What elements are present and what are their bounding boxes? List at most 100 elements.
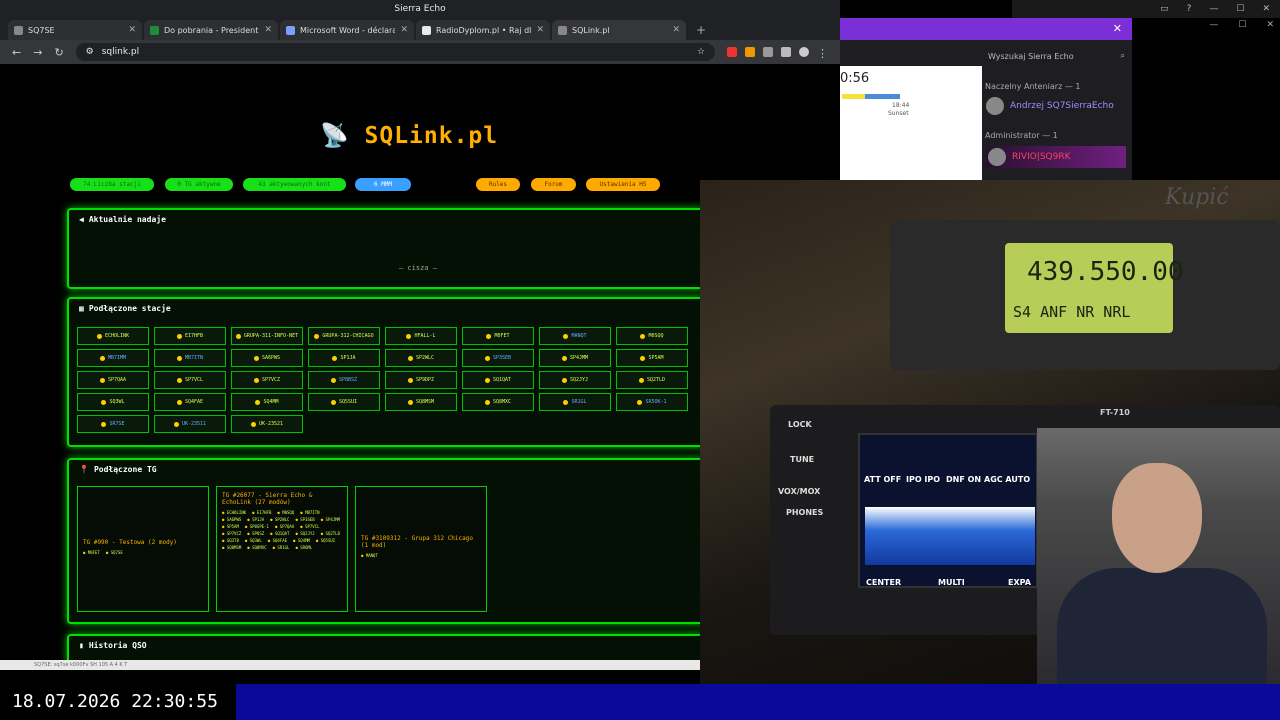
station-item[interactable]: SP9DPZ [385, 371, 457, 389]
station-item[interactable]: SP7QAA [77, 371, 149, 389]
tg-member: M0SQQ [277, 510, 294, 515]
tg-title: TG #26077 - Sierra Echo & EchoLink (27 m… [222, 492, 313, 506]
status-dot-icon [176, 377, 182, 383]
station-callsign: SP9DPZ [415, 377, 435, 383]
monitor-icon[interactable]: ▭ [1160, 0, 1169, 18]
center-label: CENTER [866, 578, 902, 587]
station-item[interactable]: SQ5SUI [308, 393, 380, 411]
station-item[interactable]: SQ2JYJ [539, 371, 611, 389]
station-item[interactable]: SP8BSZ [308, 371, 380, 389]
station-item[interactable]: SQ8MXC [462, 393, 534, 411]
active-transmission-panel: ◀ Aktualnie nadaje — cisza — [67, 208, 707, 289]
search-placeholder: Wyszukaj Sierra Echo [988, 51, 1074, 61]
tg-member: SQ5SUI [316, 538, 335, 543]
bookmark-star-icon[interactable]: ☆ [697, 47, 705, 57]
station-item[interactable]: GRUPA-312-CHICAGO [308, 327, 380, 345]
reload-icon[interactable]: ↻ [54, 46, 63, 59]
station-item[interactable]: SR1GL [539, 393, 611, 411]
rules-button[interactable]: Rules [476, 178, 520, 191]
station-item[interactable]: M0SQQ [616, 327, 688, 345]
site-logo[interactable]: 📡 SQLink.pl [320, 122, 498, 149]
voxmox-label: VOX/MOX [778, 487, 821, 496]
station-item[interactable]: SQ3WL [77, 393, 149, 411]
station-callsign: GRUPA-311-INFO-NET [243, 333, 299, 339]
station-callsign: M0FET [494, 333, 510, 339]
station-item[interactable]: SP5AM [616, 349, 688, 367]
station-item[interactable]: SQ1QAT [462, 371, 534, 389]
profile-avatar-icon[interactable] [799, 47, 809, 57]
station-item[interactable]: SQ4FAE [154, 393, 226, 411]
tab-sqlink[interactable]: SQLink.pl ✕ [552, 20, 686, 40]
tg-member: SQ2TLD [321, 531, 340, 536]
help-icon[interactable]: ? [1187, 0, 1192, 18]
tg-box[interactable]: TG #3109312 - Grupa 312 Chicago (1 mod) … [355, 486, 487, 612]
sunset-label: Sunset [888, 110, 909, 117]
extension-orange-icon[interactable] [745, 47, 755, 57]
close-window-icon[interactable]: ✕ [1266, 20, 1274, 30]
handwritten-note: Kupić [1165, 185, 1229, 210]
station-item[interactable]: HFALL-L [385, 327, 457, 345]
status-dot-icon [101, 421, 107, 427]
station-callsign: SR5OK-1 [645, 399, 667, 405]
close-tab-icon[interactable]: ✕ [536, 25, 544, 35]
tg-box[interactable]: TG #990 - Testowa (2 mody) M0FET SQ7SE [77, 486, 209, 612]
station-item[interactable]: MB7IMM [77, 349, 149, 367]
station-item[interactable]: ECHOLINK [77, 327, 149, 345]
station-item[interactable]: SP7VCL [154, 371, 226, 389]
station-item[interactable]: SP1JA [308, 349, 380, 367]
status-dot-icon [101, 399, 107, 405]
tab-word[interactable]: Microsoft Word - déclaration ✕ [280, 20, 414, 40]
site-info-icon[interactable]: ⚙ [86, 47, 94, 57]
station-item[interactable]: UK-23511 [154, 415, 226, 433]
back-icon[interactable]: ← [12, 46, 21, 59]
close-tab-icon[interactable]: ✕ [264, 25, 272, 35]
maximize-icon[interactable]: ☐ [1236, 0, 1244, 18]
close-tab-icon[interactable]: ✕ [400, 25, 408, 35]
menu-dots-icon[interactable]: ⋮ [817, 47, 828, 60]
station-item[interactable]: MB7ITN [154, 349, 226, 367]
extension-red-icon[interactable] [727, 47, 737, 57]
extension-camera-icon[interactable] [763, 47, 773, 57]
settings-hs-button[interactable]: Ustawienia HS [586, 178, 660, 191]
station-item[interactable]: SQ4MM [231, 393, 303, 411]
new-tab-icon[interactable]: + [688, 20, 714, 40]
station-item[interactable]: M0FET [462, 327, 534, 345]
member-item[interactable]: Andrzej SQ7SierraEcho [986, 97, 1114, 115]
station-item[interactable]: SA6PWS [231, 349, 303, 367]
station-item[interactable]: SR7SE [77, 415, 149, 433]
station-item[interactable]: UK-23521 [231, 415, 303, 433]
maximize-icon[interactable]: ☐ [1238, 20, 1246, 30]
station-item[interactable]: MANQT [539, 327, 611, 345]
close-icon[interactable]: ✕ [1262, 0, 1270, 18]
minimize-icon[interactable]: — [1209, 0, 1218, 18]
tg-member: SQ2JYJ [295, 531, 314, 536]
forward-icon[interactable]: → [33, 46, 42, 59]
status-dot-icon [407, 399, 413, 405]
close-banner-icon[interactable]: ✕ [1113, 22, 1122, 35]
close-tab-icon[interactable]: ✕ [672, 25, 680, 35]
minimize-icon[interactable]: — [1209, 20, 1218, 30]
member-item[interactable]: RIVIO|SQ9RK [986, 146, 1126, 168]
tg-member: SP2WLC [270, 517, 289, 522]
extensions-puzzle-icon[interactable] [781, 47, 791, 57]
search-field[interactable]: Wyszukaj Sierra Echo ⌕ [984, 48, 1129, 64]
station-item[interactable]: SP7VCZ [231, 371, 303, 389]
tab-sq7se[interactable]: SQ7SE ✕ [8, 20, 142, 40]
station-item[interactable]: SP2WLC [385, 349, 457, 367]
station-item[interactable]: SP4JMM [539, 349, 611, 367]
tab-radiodyplom[interactable]: RadioDyplom.pl • Raj dla krót ✕ [416, 20, 550, 40]
station-item[interactable]: SP3SEB [462, 349, 534, 367]
station-item[interactable]: EI7HFB [154, 327, 226, 345]
status-dot-icon [330, 399, 336, 405]
station-item[interactable]: SQ8MSM [385, 393, 457, 411]
forum-button[interactable]: Forum [531, 178, 576, 191]
station-item[interactable]: SQ2TLD [616, 371, 688, 389]
station-item[interactable]: SR5OK-1 [616, 393, 688, 411]
omnibox[interactable]: ⚙ sqlink.pl ☆ [75, 43, 715, 61]
taskbar-strip: SQ7SE: sq7se k000Fv SH 105 A 4 K T [0, 660, 700, 670]
status-dot-icon [235, 333, 241, 339]
station-item[interactable]: GRUPA-311-INFO-NET [231, 327, 303, 345]
tg-box[interactable]: TG #26077 - Sierra Echo & EchoLink (27 m… [216, 486, 348, 612]
close-tab-icon[interactable]: ✕ [128, 25, 136, 35]
tab-president[interactable]: Do pobrania - President ✕ [144, 20, 278, 40]
